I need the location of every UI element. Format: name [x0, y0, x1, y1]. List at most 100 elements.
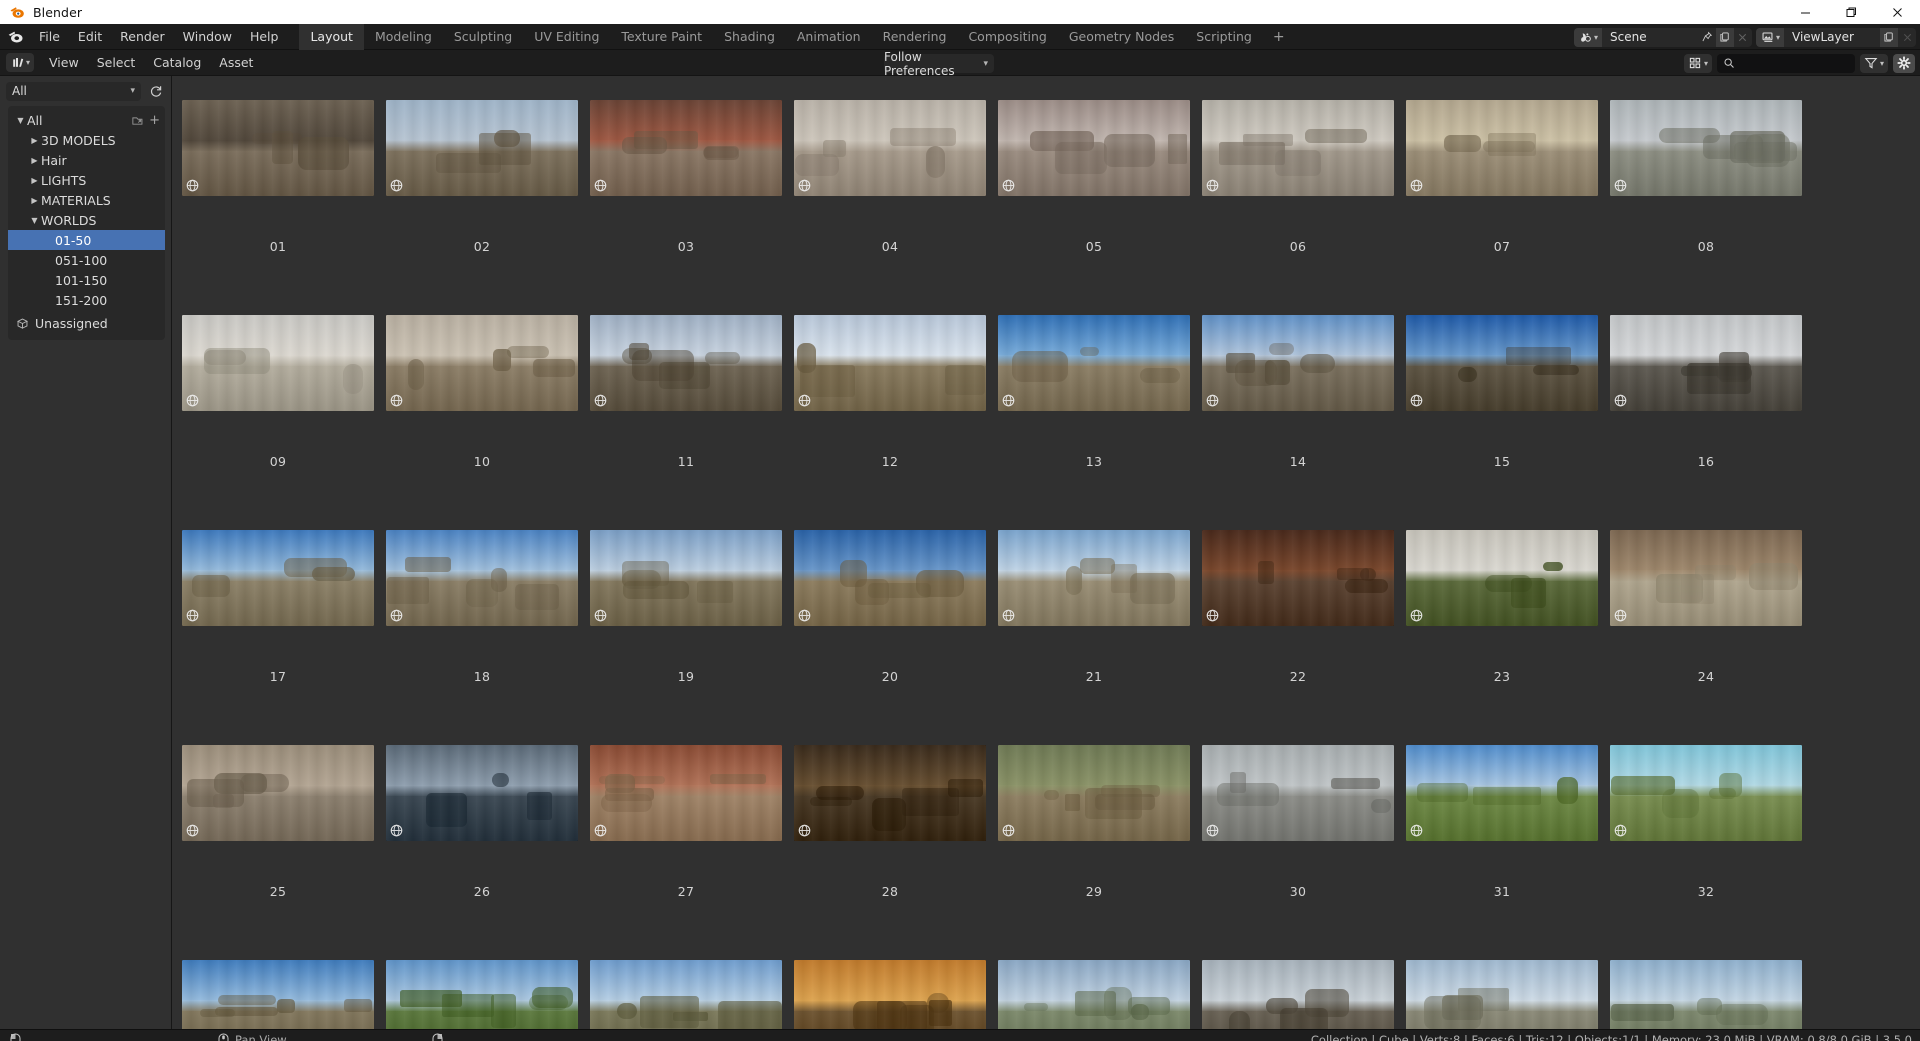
asset-thumbnail[interactable] — [1610, 960, 1802, 1029]
asset-item[interactable]: 15 — [1400, 305, 1604, 520]
filter-button[interactable]: ▾ — [1859, 53, 1888, 73]
asset-thumbnail[interactable] — [794, 960, 986, 1029]
tab-layout[interactable]: Layout — [299, 23, 364, 50]
asset-item[interactable]: 03 — [584, 90, 788, 305]
asset-item[interactable]: 05 — [992, 90, 1196, 305]
asset-item[interactable]: 27 — [584, 735, 788, 950]
triangle-right-icon[interactable]: ▶ — [28, 136, 41, 145]
catalog-row-101-150[interactable]: ▶ 101-150 — [8, 270, 165, 290]
asset-item[interactable]: 37 — [992, 950, 1196, 1029]
asset-thumbnail[interactable] — [1610, 100, 1802, 196]
asset-item[interactable]: 23 — [1400, 520, 1604, 735]
asset-item[interactable]: 19 — [584, 520, 788, 735]
asset-thumbnail[interactable] — [1202, 315, 1394, 411]
asset-item[interactable]: 33 — [176, 950, 380, 1029]
catalog-row-151-200[interactable]: ▶ 151-200 — [8, 290, 165, 310]
asset-item[interactable]: 01 — [176, 90, 380, 305]
scene-selector[interactable]: ▾ Scene — [1573, 27, 1752, 47]
asset-thumbnail[interactable] — [386, 745, 578, 841]
catalog-row-051-100[interactable]: ▶ 051-100 — [8, 250, 165, 270]
asset-thumbnail[interactable] — [1406, 530, 1598, 626]
tab-scripting[interactable]: Scripting — [1185, 24, 1263, 50]
catalog-row-all[interactable]: ▼ All + — [8, 110, 165, 130]
asset-item[interactable]: 09 — [176, 305, 380, 520]
add-workspace-button[interactable]: + — [1263, 24, 1295, 50]
tab-geometry-nodes[interactable]: Geometry Nodes — [1058, 24, 1185, 50]
asset-thumbnail[interactable] — [1406, 960, 1598, 1029]
remove-view-layer-icon[interactable] — [1898, 27, 1916, 47]
tab-compositing[interactable]: Compositing — [957, 24, 1057, 50]
menu-select[interactable]: Select — [88, 53, 145, 73]
asset-thumbnail[interactable] — [590, 100, 782, 196]
asset-thumbnail[interactable] — [386, 960, 578, 1029]
asset-item[interactable]: 17 — [176, 520, 380, 735]
asset-thumbnail[interactable] — [590, 960, 782, 1029]
tab-modeling[interactable]: Modeling — [364, 24, 443, 50]
asset-item[interactable]: 24 — [1604, 520, 1808, 735]
asset-thumbnail[interactable] — [590, 745, 782, 841]
menu-edit[interactable]: Edit — [69, 26, 111, 48]
refresh-library-button[interactable] — [146, 81, 165, 101]
asset-thumbnail[interactable] — [182, 960, 374, 1029]
asset-thumbnail[interactable] — [182, 530, 374, 626]
asset-item[interactable]: 14 — [1196, 305, 1400, 520]
asset-thumbnail[interactable] — [386, 100, 578, 196]
asset-item[interactable]: 16 — [1604, 305, 1808, 520]
catalog-row-unassigned[interactable]: Unassigned — [8, 312, 165, 334]
close-button[interactable] — [1874, 0, 1920, 24]
tab-sculpting[interactable]: Sculpting — [443, 24, 523, 50]
tab-rendering[interactable]: Rendering — [872, 24, 958, 50]
catalog-row-01-50[interactable]: ▶ 01-50 — [8, 230, 165, 250]
asset-thumbnail[interactable] — [1202, 100, 1394, 196]
triangle-right-icon[interactable]: ▶ — [28, 176, 41, 185]
asset-library-selector[interactable]: All ▾ — [6, 81, 141, 101]
menu-catalog[interactable]: Catalog — [144, 53, 210, 73]
asset-thumbnail[interactable] — [386, 315, 578, 411]
asset-item[interactable]: 28 — [788, 735, 992, 950]
asset-thumbnail[interactable] — [1610, 530, 1802, 626]
new-view-layer-icon[interactable] — [1880, 27, 1898, 47]
asset-item[interactable]: 39 — [1400, 950, 1604, 1029]
asset-thumbnail[interactable] — [182, 100, 374, 196]
asset-item[interactable]: 11 — [584, 305, 788, 520]
catalog-row-3d-models[interactable]: ▶ 3D MODELS — [8, 130, 165, 150]
asset-thumbnail[interactable] — [794, 100, 986, 196]
asset-item[interactable]: 32 — [1604, 735, 1808, 950]
asset-item[interactable]: 08 — [1604, 90, 1808, 305]
view-layer-selector[interactable]: ▾ ViewLayer — [1755, 27, 1916, 47]
asset-item[interactable]: 34 — [380, 950, 584, 1029]
asset-thumbnail[interactable] — [590, 530, 782, 626]
asset-thumbnail[interactable] — [386, 530, 578, 626]
asset-thumbnail[interactable] — [1406, 315, 1598, 411]
catalog-row-hair[interactable]: ▶ Hair — [8, 150, 165, 170]
asset-thumbnail[interactable] — [794, 530, 986, 626]
menu-file[interactable]: File — [30, 26, 69, 48]
display-settings-button[interactable]: ▾ — [1683, 53, 1712, 73]
asset-item[interactable]: 31 — [1400, 735, 1604, 950]
asset-item[interactable]: 18 — [380, 520, 584, 735]
asset-item[interactable]: 35 — [584, 950, 788, 1029]
triangle-down-icon[interactable]: ▼ — [14, 116, 27, 125]
asset-thumbnail[interactable] — [998, 745, 1190, 841]
unlink-scene-icon[interactable] — [1733, 27, 1752, 47]
asset-item[interactable]: 07 — [1400, 90, 1604, 305]
catalog-row-lights[interactable]: ▶ LIGHTS — [8, 170, 165, 190]
menu-window[interactable]: Window — [174, 26, 241, 48]
new-catalog-icon[interactable] — [131, 114, 144, 127]
triangle-right-icon[interactable]: ▶ — [28, 156, 41, 165]
pin-scene-icon[interactable] — [1697, 27, 1716, 47]
asset-thumbnail[interactable] — [998, 530, 1190, 626]
asset-item[interactable]: 40 — [1604, 950, 1808, 1029]
asset-thumbnail[interactable] — [1202, 745, 1394, 841]
asset-thumbnail[interactable] — [590, 315, 782, 411]
asset-thumbnail[interactable] — [1610, 315, 1802, 411]
tab-texture-paint[interactable]: Texture Paint — [610, 24, 713, 50]
asset-item[interactable]: 30 — [1196, 735, 1400, 950]
triangle-right-icon[interactable]: ▶ — [28, 196, 41, 205]
catalog-row-materials[interactable]: ▶ MATERIALS — [8, 190, 165, 210]
asset-item[interactable]: 36 — [788, 950, 992, 1029]
search-input[interactable] — [1716, 53, 1855, 73]
maximize-button[interactable] — [1828, 0, 1874, 24]
display-mode-dropdown[interactable]: Follow Preferences ▾ — [884, 50, 994, 78]
tab-uv-editing[interactable]: UV Editing — [523, 24, 610, 50]
